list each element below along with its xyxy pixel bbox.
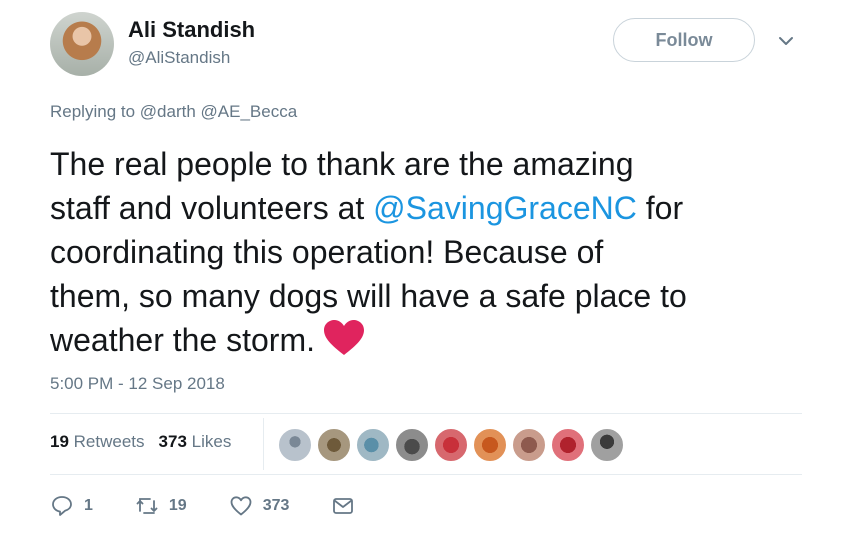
tweet-header: Ali Standish @AliStandish Follow bbox=[50, 12, 810, 82]
direct-message-button[interactable] bbox=[331, 494, 365, 518]
mention-ae-becca[interactable]: @AE_Becca bbox=[201, 102, 298, 121]
tweet-line: them, so many dogs will have a safe plac… bbox=[50, 278, 687, 314]
follow-button[interactable]: Follow bbox=[613, 18, 755, 62]
reply-icon bbox=[52, 496, 72, 516]
liker-avatar[interactable] bbox=[317, 428, 351, 462]
tweet-text-segment: staff and volunteers at bbox=[50, 190, 374, 226]
author-avatar[interactable] bbox=[50, 12, 114, 76]
red-heart-emoji-icon bbox=[324, 320, 364, 355]
engagement-stats: 19 Retweets 373 Likes bbox=[50, 432, 231, 452]
liker-avatar[interactable] bbox=[434, 428, 468, 462]
divider bbox=[50, 474, 802, 475]
replying-prefix: Replying to bbox=[50, 102, 136, 121]
liker-avatar[interactable] bbox=[356, 428, 390, 462]
mention-savinggracenc[interactable]: @SavingGraceNC bbox=[373, 190, 637, 226]
retweets-count[interactable]: 19 bbox=[50, 432, 69, 451]
likes-count[interactable]: 373 bbox=[159, 432, 187, 451]
liker-avatar[interactable] bbox=[551, 428, 585, 462]
envelope-icon bbox=[333, 498, 354, 514]
tweet-line: weather the storm. bbox=[50, 318, 820, 362]
retweets-label[interactable]: Retweets bbox=[74, 432, 145, 451]
divider bbox=[50, 413, 802, 414]
liker-avatar[interactable] bbox=[278, 428, 312, 462]
reply-button[interactable]: 1 bbox=[50, 494, 93, 518]
tweet-line: The real people to thank are the amazing bbox=[50, 146, 634, 182]
tweet-actions: 1 19 373 bbox=[50, 494, 407, 518]
author-handle[interactable]: @AliStandish bbox=[128, 48, 230, 68]
liker-avatar[interactable] bbox=[395, 428, 429, 462]
retweet-icon bbox=[136, 498, 158, 514]
tweet-text-segment: weather the storm. bbox=[50, 322, 315, 358]
likes-label[interactable]: Likes bbox=[192, 432, 232, 451]
author-name[interactable]: Ali Standish bbox=[128, 17, 255, 43]
tweet-text-segment: for bbox=[636, 190, 684, 226]
mention-darth[interactable]: @darth bbox=[140, 102, 196, 121]
stats-separator bbox=[263, 418, 264, 470]
tweet-line: staff and volunteers at @SavingGraceNC f… bbox=[50, 186, 820, 230]
retweet-button[interactable]: 19 bbox=[135, 494, 187, 518]
like-button[interactable]: 373 bbox=[229, 494, 290, 518]
replying-to: Replying to @darth @AE_Becca bbox=[50, 102, 297, 122]
liker-avatar[interactable] bbox=[512, 428, 546, 462]
liker-avatars bbox=[278, 428, 629, 462]
liker-avatar[interactable] bbox=[590, 428, 624, 462]
like-count: 373 bbox=[262, 497, 290, 514]
chevron-down-icon[interactable] bbox=[777, 32, 795, 50]
tweet-line: coordinating this operation! Because of bbox=[50, 234, 604, 270]
heart-icon bbox=[230, 496, 252, 516]
retweet-count: 19 bbox=[168, 497, 187, 514]
liker-avatar[interactable] bbox=[473, 428, 507, 462]
tweet-text: The real people to thank are the amazing… bbox=[50, 142, 820, 362]
tweet-timestamp[interactable]: 5:00 PM - 12 Sep 2018 bbox=[50, 374, 225, 394]
reply-count: 1 bbox=[84, 497, 93, 514]
